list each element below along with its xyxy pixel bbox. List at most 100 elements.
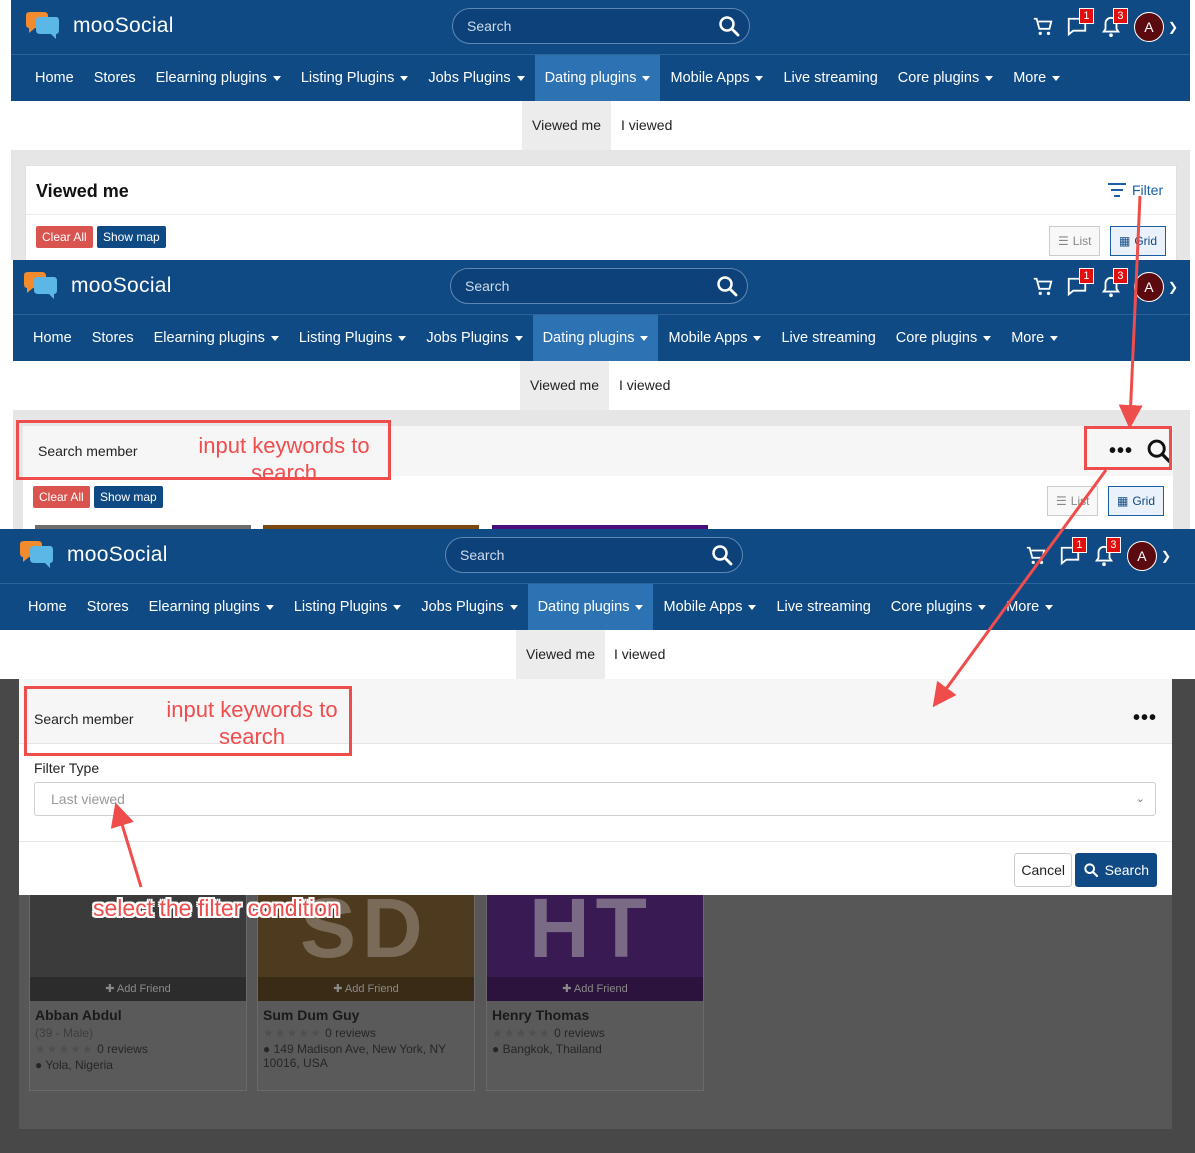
grid-view-button[interactable]: ▦ Grid bbox=[1110, 226, 1167, 256]
tab-i-viewed[interactable]: I viewed bbox=[611, 101, 682, 150]
avatar[interactable]: A bbox=[1126, 541, 1157, 571]
page-frame-dimmed: mooSocial Search 1 3 A ❯ Home Stores Ele… bbox=[0, 529, 1195, 1153]
add-friend-button[interactable]: ✚ Add Friend bbox=[258, 977, 474, 1001]
tab-i-viewed[interactable]: I viewed bbox=[604, 630, 675, 679]
location-pin-icon: ● bbox=[35, 1058, 43, 1072]
search-icon[interactable] bbox=[715, 274, 739, 298]
messages-badge: 1 bbox=[1078, 8, 1094, 24]
show-map-button[interactable]: Show map bbox=[94, 486, 163, 508]
list-view-button[interactable]: ☰ List bbox=[1049, 226, 1101, 256]
add-friend-button[interactable]: ✚ Add Friend bbox=[487, 977, 703, 1001]
nav-dating[interactable]: Dating plugins bbox=[527, 584, 654, 630]
nav-listing[interactable]: Listing Plugins bbox=[291, 55, 419, 101]
nav-core-plugins[interactable]: Core plugins bbox=[881, 584, 996, 630]
nav-listing[interactable]: Listing Plugins bbox=[284, 584, 412, 630]
nav-core-plugins[interactable]: Core plugins bbox=[886, 315, 1001, 361]
nav-mobile-apps[interactable]: Mobile Apps bbox=[653, 584, 766, 630]
caret-down-icon bbox=[748, 604, 757, 610]
nav-jobs[interactable]: Jobs Plugins bbox=[416, 315, 532, 361]
grid-view-button[interactable]: ▦ Grid bbox=[1108, 486, 1165, 516]
caret-down-icon bbox=[516, 75, 525, 81]
nav-stores[interactable]: Stores bbox=[82, 315, 144, 361]
nav-more[interactable]: More bbox=[1001, 315, 1068, 361]
messages-icon[interactable]: 1 bbox=[1060, 8, 1094, 42]
nav-jobs[interactable]: Jobs Plugins bbox=[411, 584, 527, 630]
notifications-badge: 3 bbox=[1112, 268, 1128, 284]
messages-icon[interactable]: 1 bbox=[1060, 268, 1094, 302]
header-search-input[interactable]: Search bbox=[452, 8, 750, 44]
more-options-icon[interactable]: ••• bbox=[1133, 707, 1157, 730]
main-nav: Home Stores Elearning plugins Listing Pl… bbox=[13, 314, 1190, 361]
site-logo[interactable]: mooSocial bbox=[21, 270, 172, 302]
nav-more[interactable]: More bbox=[1003, 55, 1070, 101]
chevron-down-icon[interactable]: ❯ bbox=[1168, 280, 1178, 294]
nav-home[interactable]: Home bbox=[18, 584, 77, 630]
search-button[interactable]: Search bbox=[1074, 853, 1157, 887]
clear-all-button[interactable]: Clear All bbox=[36, 226, 93, 248]
site-logo[interactable]: mooSocial bbox=[23, 10, 174, 42]
nav-live-streaming[interactable]: Live streaming bbox=[771, 315, 885, 361]
nav-dating[interactable]: Dating plugins bbox=[534, 55, 661, 101]
nav-stores[interactable]: Stores bbox=[84, 55, 146, 101]
avatar[interactable]: A bbox=[1133, 272, 1164, 302]
caret-down-icon bbox=[265, 604, 274, 610]
member-card[interactable]: HT ✚ Add Friend Henry Thomas ★★★★★ 0 rev… bbox=[486, 881, 704, 1091]
nav-mobile-apps[interactable]: Mobile Apps bbox=[660, 55, 773, 101]
star-rating-icon: ★★★★★ bbox=[263, 1026, 322, 1040]
search-icon[interactable] bbox=[710, 543, 734, 567]
filter-button[interactable]: Filter bbox=[1108, 182, 1163, 198]
tab-viewed-me[interactable]: Viewed me bbox=[522, 101, 612, 150]
annotation-keywords-modal: input keywords to search bbox=[166, 697, 338, 749]
show-map-button[interactable]: Show map bbox=[97, 226, 166, 248]
nav-live-streaming[interactable]: Live streaming bbox=[766, 584, 880, 630]
cancel-button[interactable]: Cancel bbox=[1014, 853, 1072, 887]
search-icon[interactable] bbox=[717, 14, 741, 38]
avatar[interactable]: A bbox=[1133, 12, 1164, 42]
list-view-button[interactable]: ☰ List bbox=[1047, 486, 1099, 516]
nav-mobile-apps[interactable]: Mobile Apps bbox=[658, 315, 771, 361]
filter-type-select[interactable]: Last viewed ⌄ bbox=[34, 782, 1156, 816]
member-name[interactable]: Abban Abdul bbox=[35, 1007, 122, 1023]
member-name[interactable]: Henry Thomas bbox=[492, 1007, 589, 1023]
cart-icon[interactable] bbox=[1026, 12, 1060, 42]
nav-listing[interactable]: Listing Plugins bbox=[289, 315, 417, 361]
subtabs: Viewed me I viewed bbox=[0, 630, 1195, 679]
notifications-icon[interactable]: 3 bbox=[1094, 268, 1128, 302]
nav-home[interactable]: Home bbox=[23, 315, 82, 361]
site-logo[interactable]: mooSocial bbox=[17, 539, 168, 571]
header-search-input[interactable]: Search bbox=[450, 268, 748, 304]
clear-all-button[interactable]: Clear All bbox=[33, 486, 90, 508]
star-rating-icon: ★★★★★ bbox=[492, 1026, 551, 1040]
nav-dating[interactable]: Dating plugins bbox=[532, 315, 659, 361]
cart-icon[interactable] bbox=[1026, 272, 1060, 302]
messages-icon[interactable]: 1 bbox=[1053, 537, 1087, 571]
chevron-down-icon[interactable]: ❯ bbox=[1168, 20, 1178, 34]
nav-jobs[interactable]: Jobs Plugins bbox=[418, 55, 534, 101]
cart-icon[interactable] bbox=[1019, 541, 1053, 571]
notifications-icon[interactable]: 3 bbox=[1087, 537, 1121, 571]
nav-more[interactable]: More bbox=[996, 584, 1063, 630]
location-pin-icon: ● bbox=[492, 1042, 500, 1056]
member-name[interactable]: Sum Dum Guy bbox=[263, 1007, 359, 1023]
logo-text: mooSocial bbox=[71, 274, 172, 297]
chevron-down-icon[interactable]: ❯ bbox=[1161, 549, 1171, 563]
messages-badge: 1 bbox=[1071, 537, 1087, 553]
tab-i-viewed[interactable]: I viewed bbox=[609, 361, 680, 410]
annotation-filter-hint: select the filter condition bbox=[93, 895, 340, 921]
caret-down-icon bbox=[978, 604, 987, 610]
nav-elearning[interactable]: Elearning plugins bbox=[139, 584, 284, 630]
header-search-input[interactable]: Search bbox=[445, 537, 743, 573]
nav-home[interactable]: Home bbox=[25, 55, 84, 101]
notifications-icon[interactable]: 3 bbox=[1094, 8, 1128, 42]
add-friend-button[interactable]: ✚ Add Friend bbox=[30, 977, 246, 1001]
caret-down-icon bbox=[635, 604, 644, 610]
tab-viewed-me[interactable]: Viewed me bbox=[516, 630, 606, 679]
nav-elearning[interactable]: Elearning plugins bbox=[146, 55, 291, 101]
nav-live-streaming[interactable]: Live streaming bbox=[773, 55, 887, 101]
nav-elearning[interactable]: Elearning plugins bbox=[144, 315, 289, 361]
member-location: ● 149 Madison Ave, New York, NY 10016, U… bbox=[263, 1042, 446, 1070]
nav-stores[interactable]: Stores bbox=[77, 584, 139, 630]
logo-text: mooSocial bbox=[73, 14, 174, 37]
tab-viewed-me[interactable]: Viewed me bbox=[520, 361, 610, 410]
nav-core-plugins[interactable]: Core plugins bbox=[888, 55, 1003, 101]
